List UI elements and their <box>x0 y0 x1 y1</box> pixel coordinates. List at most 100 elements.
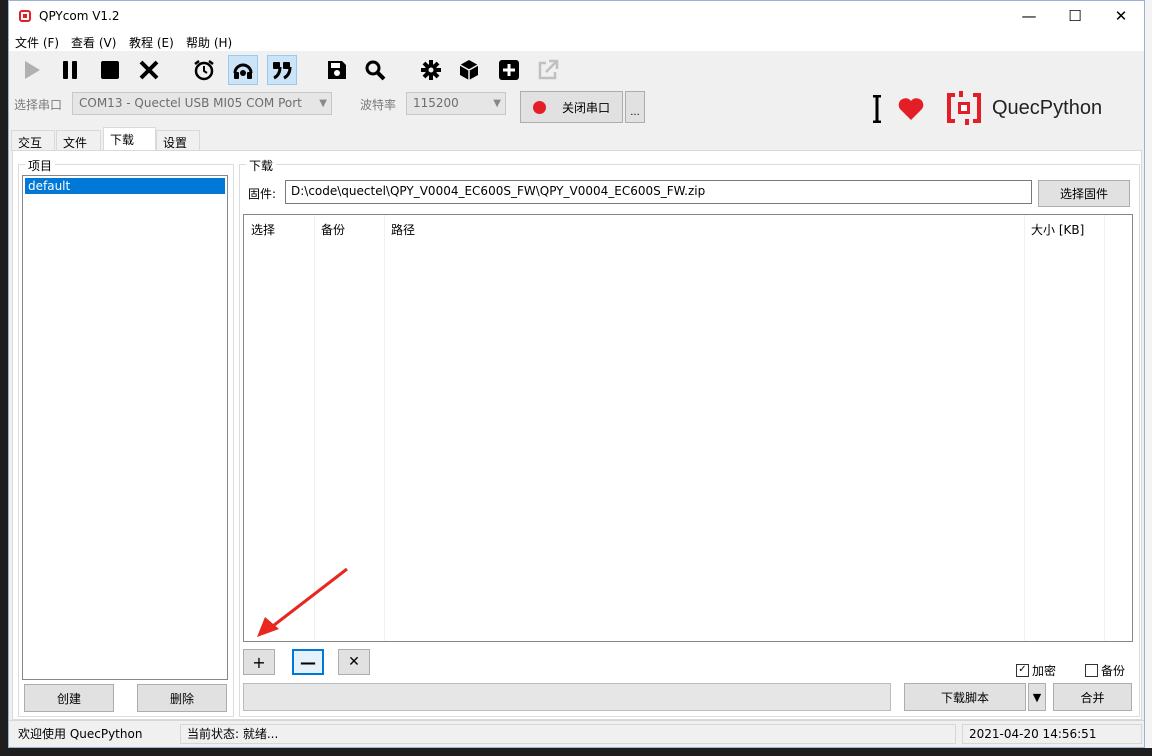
project-group: 项目 default 创建 删除 <box>18 157 234 717</box>
download-script-label: 下载脚本 <box>940 690 989 705</box>
delete-project-label: 删除 <box>169 691 194 706</box>
port-more-button[interactable]: ... <box>625 91 645 123</box>
close-icon: ✕ <box>1114 7 1128 25</box>
open-external-button[interactable] <box>533 55 563 85</box>
port-select[interactable]: COM13 - Quectel USB MI05 COM Port ▼ <box>72 92 332 115</box>
package-button[interactable] <box>454 55 484 85</box>
tab-settings-label: 设置 <box>163 136 188 150</box>
close-window-button[interactable]: ✕ <box>1098 1 1144 31</box>
firmware-path-value: D:\code\quectel\QPY_V0004_EC600S_FW\QPY_… <box>291 184 706 198</box>
stop-button[interactable] <box>95 55 125 85</box>
pause-button[interactable] <box>55 55 85 85</box>
menu-view[interactable]: 查看 (V) <box>71 34 116 51</box>
maximize-button[interactable]: ☐ <box>1052 1 1098 31</box>
text-cursor-icon <box>873 95 881 123</box>
plus-icon: + <box>252 652 266 672</box>
headset-button[interactable] <box>228 55 258 85</box>
tab-download[interactable]: 下载 <box>103 127 156 151</box>
status-bar: 欢迎使用 QuecPython 当前状态: 就绪... 2021-04-20 1… <box>9 720 1144 747</box>
app-window: QPYcom V1.2 — ☐ ✕ 文件 (F) 查看 (V) 教程 (E) 帮… <box>8 0 1145 748</box>
main-tabs: 交互 文件 下载 设置 <box>9 127 1144 151</box>
download-options-dropdown[interactable]: ▼ <box>1028 683 1046 711</box>
column-header-path[interactable]: 路径 <box>391 221 415 238</box>
firmware-path-input[interactable]: D:\code\quectel\QPY_V0004_EC600S_FW\QPY_… <box>285 180 1032 204</box>
download-group: 下载 固件: D:\code\quectel\QPY_V0004_EC600S_… <box>239 157 1140 717</box>
settings-icon <box>421 60 441 80</box>
menu-help[interactable]: 帮助 (H) <box>186 34 232 51</box>
chevron-down-icon: ▼ <box>1032 690 1042 704</box>
merge-label: 合并 <box>1080 690 1105 705</box>
maximize-icon: ☐ <box>1068 7 1082 25</box>
stop-icon <box>101 61 119 79</box>
brand-name: QuecPython <box>992 97 1103 119</box>
port-more-label: ... <box>630 107 640 118</box>
port-label: 选择串口 <box>14 98 63 112</box>
tab-files-label: 文件 <box>63 136 88 150</box>
encrypt-label: 加密 <box>1032 664 1057 678</box>
add-icon <box>499 60 519 80</box>
baud-select[interactable]: 115200 ▼ <box>406 92 506 115</box>
column-header-select[interactable]: 选择 <box>251 221 275 238</box>
menu-tutorial[interactable]: 教程 (E) <box>129 34 174 51</box>
list-item[interactable]: default <box>25 178 225 194</box>
headset-icon <box>233 63 253 79</box>
background-desktop-bottom <box>0 748 1152 756</box>
quote-button[interactable] <box>267 55 297 85</box>
project-list[interactable]: default <box>22 175 228 680</box>
clear-icon: ✕ <box>348 654 360 670</box>
remove-file-button[interactable]: — <box>292 649 324 675</box>
toolbar <box>9 51 1144 87</box>
backup-checkbox[interactable]: 备份 <box>1085 662 1125 679</box>
download-script-button[interactable]: 下载脚本 <box>904 683 1026 711</box>
add-button[interactable] <box>494 55 524 85</box>
column-header-backup[interactable]: 备份 <box>321 221 345 238</box>
cube-icon <box>459 60 479 80</box>
title-bar: QPYcom V1.2 — ☐ ✕ <box>9 1 1144 31</box>
merge-button[interactable]: 合并 <box>1053 683 1132 711</box>
download-progress-bar <box>243 683 891 711</box>
column-divider <box>1024 215 1025 641</box>
pause-icon <box>63 61 77 79</box>
encrypt-checkbox[interactable]: ✓ 加密 <box>1016 662 1056 679</box>
column-header-size[interactable]: 大小 [KB] <box>1031 221 1084 238</box>
record-indicator-icon <box>532 100 546 114</box>
heart-icon <box>898 98 924 120</box>
file-table[interactable]: 选择 备份 路径 大小 [KB] <box>243 214 1133 642</box>
column-divider <box>384 215 385 641</box>
annotation-arrow-icon <box>257 567 348 637</box>
save-button[interactable] <box>322 55 352 85</box>
tab-interact[interactable]: 交互 <box>11 130 55 151</box>
close-button[interactable] <box>134 55 164 85</box>
app-logo-icon <box>19 10 31 22</box>
settings-button[interactable] <box>416 55 446 85</box>
add-file-button[interactable]: + <box>243 649 275 675</box>
chevron-down-icon: ▼ <box>319 98 327 109</box>
select-firmware-button[interactable]: 选择固件 <box>1038 180 1130 207</box>
search-button[interactable] <box>360 55 390 85</box>
select-firmware-label: 选择固件 <box>1059 187 1108 201</box>
save-icon <box>328 61 346 79</box>
baud-label: 波特率 <box>360 98 397 112</box>
toggle-port-button[interactable]: 关闭串口 <box>520 91 623 123</box>
tab-download-label: 下载 <box>110 133 135 147</box>
close-icon <box>139 60 159 80</box>
external-link-icon <box>538 59 559 80</box>
minimize-button[interactable]: — <box>1006 1 1052 31</box>
tab-settings[interactable]: 设置 <box>156 130 200 151</box>
status-state: 当前状态: 就绪... <box>180 724 956 744</box>
quote-icon <box>273 62 292 80</box>
play-icon <box>25 61 40 79</box>
baud-select-value: 115200 <box>413 96 459 110</box>
menu-file[interactable]: 文件 (F) <box>15 34 59 51</box>
checkbox-checked-icon: ✓ <box>1016 664 1029 677</box>
download-group-title: 下载 <box>246 157 277 174</box>
checkbox-unchecked-icon <box>1085 664 1098 677</box>
clear-files-button[interactable]: ✕ <box>338 649 370 675</box>
create-project-button[interactable]: 创建 <box>24 684 114 712</box>
tab-files[interactable]: 文件 <box>56 130 101 151</box>
create-project-label: 创建 <box>56 691 81 706</box>
alarm-button[interactable] <box>189 55 219 85</box>
delete-project-button[interactable]: 删除 <box>137 684 227 712</box>
play-button[interactable] <box>17 55 47 85</box>
chevron-down-icon: ▼ <box>493 98 501 109</box>
